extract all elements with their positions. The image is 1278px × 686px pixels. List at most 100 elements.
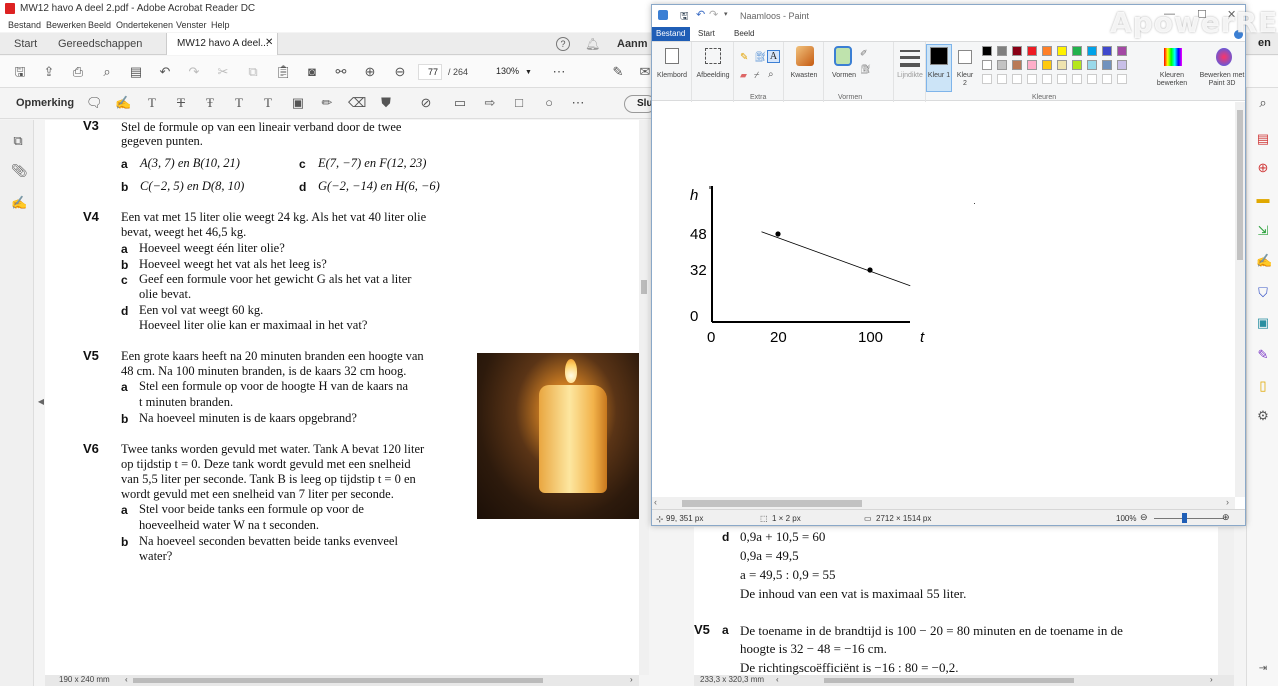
color-picker-icon[interactable]: ⌿ [754,70,759,81]
brushes-button[interactable]: Kwasten [786,72,822,80]
text-tool-icon[interactable]: A [767,50,780,63]
scroll-right-icon[interactable]: › [1226,497,1229,507]
menu-bewerken[interactable]: Bewerken [46,20,86,30]
fill-tool-icon[interactable]: ⛽︎ [754,52,767,63]
pencil-tool-icon[interactable]: ✎ [740,52,748,63]
zoom-panel-icon[interactable]: ⌕ [1256,96,1270,110]
undo-icon[interactable]: ↶ [157,65,173,79]
help-icon[interactable]: ? [556,37,570,51]
insert-text-icon[interactable]: T [231,96,247,110]
palette-color-swatch[interactable] [997,46,1007,56]
scan-icon[interactable]: ▣ [1256,316,1270,330]
size-button[interactable]: Lijndikte [894,72,926,80]
menu-bestand[interactable]: Bestand [8,20,41,30]
palette-color-swatch[interactable] [1087,46,1097,56]
fill-shape-icon[interactable]: ⛽︎ [860,64,871,75]
brush-icon[interactable] [796,46,814,66]
magnifier-icon[interactable]: ⌕ [768,69,774,80]
paint3d-button[interactable]: Bewerken met Paint 3D [1194,72,1250,88]
image-button[interactable]: Afbeelding [692,72,734,80]
circle-icon[interactable]: ○ [541,96,557,110]
scroll-right-icon[interactable]: › [630,675,633,684]
eraser-tool-icon[interactable]: ▰ [740,70,747,81]
quick-redo-icon[interactable]: ↷ [709,8,718,21]
tab-start[interactable]: Start [14,38,37,50]
tab-file[interactable]: Bestand [652,27,690,41]
arrow-icon[interactable]: ⇨ [482,96,498,110]
custom-color-slot[interactable] [1042,74,1052,84]
document-search-icon[interactable]: ▤ [128,65,144,79]
textbox-icon[interactable]: ▣ [290,96,306,110]
pages-icon[interactable]: ⧉ [11,134,25,148]
page-down-icon[interactable]: ⊖ [392,65,408,79]
print-icon[interactable]: ⎙ [70,65,86,79]
edit-colors-icon[interactable] [1164,48,1182,66]
palette-color-swatch[interactable] [1102,46,1112,56]
tab-start-paint[interactable]: Start [698,29,715,38]
stamp-icon[interactable]: ⛊ [378,96,394,110]
palette-color-swatch[interactable] [1087,60,1097,70]
custom-color-slot[interactable] [1072,74,1082,84]
collapse-right-icon[interactable]: ⇥ [1256,662,1270,676]
palette-color-swatch[interactable] [1042,46,1052,56]
rectangle-icon[interactable]: □ [511,96,527,110]
menu-venster[interactable]: Venster [176,20,207,30]
upload-icon[interactable]: ⇪ [41,65,57,79]
menu-help[interactable]: Help [211,20,230,30]
export-pdf-icon[interactable]: ⇲ [1256,224,1270,238]
comment-panel-icon[interactable]: ▬ [1256,192,1270,206]
snapshot-icon[interactable]: ◙ [304,65,320,79]
shapes-icon[interactable] [834,46,852,66]
strikethrough-icon[interactable]: T [173,96,189,110]
line-icon[interactable]: ▭ [452,96,468,110]
palette-color-swatch[interactable] [1027,60,1037,70]
horizontal-scroll-thumb[interactable] [133,678,543,683]
palette-color-swatch[interactable] [1102,60,1112,70]
organize-pages-icon[interactable]: ▤ [1256,132,1270,146]
paint-horizontal-scrollbar[interactable]: ‹ › [652,497,1235,509]
paint-canvas[interactable]: h t 0 32 48 0 20 100 [652,102,1235,497]
attach-icon[interactable]: ⊘ [418,96,434,110]
palette-color-swatch[interactable] [1117,60,1127,70]
palette-color-swatch[interactable] [982,46,992,56]
palette-color-swatch[interactable] [997,60,1007,70]
save-icon[interactable]: 🖫 [12,65,28,79]
sign-in-link[interactable]: Aanm [617,38,648,50]
scroll-left-icon[interactable]: ‹ [654,497,657,507]
left-pane-scrollbar[interactable] [639,120,649,675]
select-icon[interactable] [705,48,721,64]
menu-ondertekenen[interactable]: Ondertekenen [116,20,173,30]
shapes-button[interactable]: Vormen [824,72,864,80]
signatures-icon[interactable]: ✍ [11,196,27,210]
palette-color-swatch[interactable] [1072,46,1082,56]
edit-colors-button[interactable]: Kleuren bewerken [1148,72,1196,88]
create-pdf-icon[interactable]: ⊕ [1256,161,1270,175]
palette-color-swatch[interactable] [1072,60,1082,70]
binoculars-icon[interactable]: ⚯ [333,65,349,79]
paste-icon[interactable] [665,48,679,64]
attachments-icon[interactable]: 📎︎ [11,164,28,178]
tab-tools[interactable]: Gereedschappen [58,38,142,50]
page-up-icon[interactable]: ⊕ [362,65,378,79]
palette-color-swatch[interactable] [1012,46,1022,56]
outline-icon[interactable]: ✐ [860,48,868,59]
scroll-right-icon[interactable]: › [1210,675,1213,684]
tab-view[interactable]: Beeld [734,29,754,38]
close-tab-icon[interactable]: ✕ [265,37,273,48]
redo-icon[interactable]: ↷ [186,65,202,79]
customize-quick-access-icon[interactable]: ▾ [724,10,728,18]
paint-vertical-scrollbar[interactable] [1235,102,1245,497]
more-tools-icon[interactable]: ⚙ [1256,409,1270,423]
custom-color-slot[interactable] [1027,74,1037,84]
horizontal-scroll-thumb[interactable] [824,678,1074,683]
quick-save-icon[interactable]: 🖫 [680,9,689,26]
scrollbar-thumb[interactable] [641,280,647,294]
custom-color-slot[interactable] [1117,74,1127,84]
custom-color-slot[interactable] [1012,74,1022,84]
right-pane-scrollbar[interactable] [1218,527,1234,675]
zoom-in-icon[interactable]: ⊕ [1222,512,1230,523]
edit-pdf-icon[interactable]: ✎ [1256,348,1270,362]
quick-undo-icon[interactable]: ↶ [696,8,705,21]
clipboard-button[interactable]: Klembord [654,72,690,80]
custom-color-slot[interactable] [1102,74,1112,84]
